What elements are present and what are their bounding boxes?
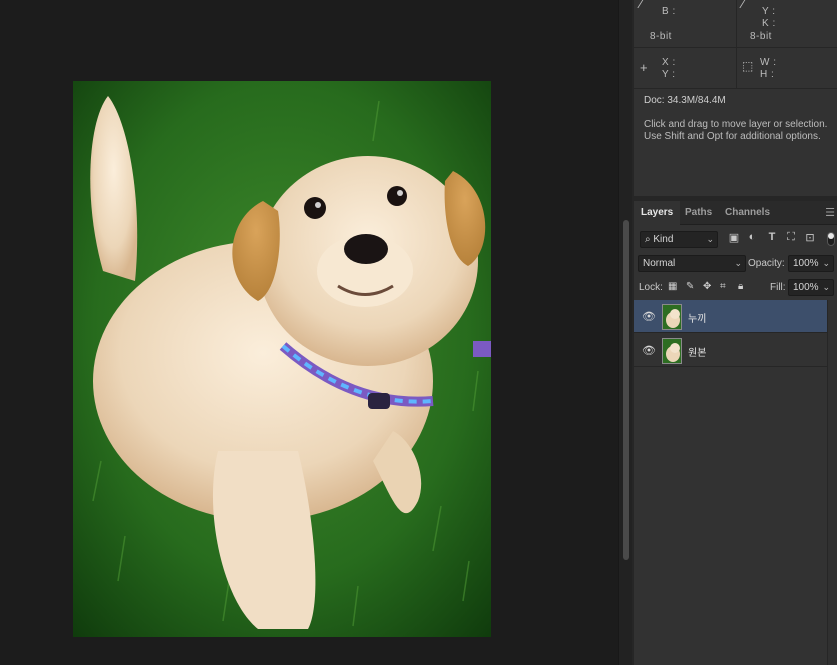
crosshair-icon: +	[640, 60, 648, 75]
adjustment-filter-icon[interactable]: ◐	[745, 231, 759, 243]
info-panel: ⁄ B : 8-bit ⁄ Y : K : 8-bit + X : Y : ⬚ …	[634, 0, 837, 196]
puppy-illustration	[73, 81, 491, 637]
chevron-down-icon: ⌄	[822, 282, 830, 292]
tab-channels[interactable]: Channels	[718, 201, 777, 225]
info-k-label: K :	[762, 18, 776, 29]
fill-value: 100%	[793, 282, 819, 293]
lock-all-icon[interactable]: 🔒︎	[738, 281, 743, 292]
info-y-label: Y :	[662, 69, 676, 80]
opacity-value: 100%	[793, 258, 819, 269]
layers-panel-tabs: Layers Paths Channels ☰	[634, 201, 837, 226]
eye-icon[interactable]: 👁︎	[642, 344, 656, 357]
lock-artboard-icon[interactable]: ⌗	[720, 281, 726, 292]
info-x-label: X :	[662, 57, 676, 68]
opacity-field[interactable]: 100% ⌄	[788, 255, 834, 272]
info-b-label: B :	[662, 6, 676, 17]
canvas-scroll-thumb[interactable]	[623, 220, 629, 560]
layer-thumbnail	[662, 338, 682, 364]
info-h-label: H :	[760, 69, 775, 80]
shape-filter-icon[interactable]: ⛶	[784, 231, 798, 244]
info-divider	[634, 47, 837, 48]
info-divider	[634, 88, 837, 89]
panel-menu-icon[interactable]: ☰	[825, 206, 835, 219]
info-divider	[736, 0, 737, 88]
puppy-image[interactable]	[73, 81, 491, 637]
lock-fill-row: Lock: ▦ ✎ ✥ ⌗ 🔒︎ Fill: 100% ⌄	[634, 279, 837, 296]
filter-kind-value: Kind	[653, 234, 674, 245]
layer-kind-filter[interactable]: ⌕ Kind ⌄	[640, 231, 718, 248]
layer-row[interactable]: 👁︎ 원본	[634, 334, 827, 367]
selection-rect-icon: ⬚	[742, 59, 754, 73]
blend-opacity-row: Normal ⌄ Opacity: 100% ⌄	[634, 255, 837, 272]
opacity-label: Opacity:	[748, 258, 785, 269]
document-size: Doc: 34.3M/84.4M	[644, 95, 726, 106]
lock-label: Lock:	[639, 282, 663, 293]
tool-help-text: Click and drag to move layer or selectio…	[644, 119, 828, 142]
search-icon: ⌕	[645, 234, 651, 245]
chevron-down-icon: ⌄	[822, 258, 830, 268]
info-y-cmyk-label: Y :	[762, 6, 776, 17]
eyedropper-icon: ⁄	[640, 0, 643, 11]
layer-row[interactable]: 👁︎ 누끼	[634, 300, 827, 333]
blend-mode-select[interactable]: Normal ⌄	[638, 255, 746, 272]
chevron-down-icon: ⌄	[706, 234, 714, 244]
layers-scrollbar[interactable]	[827, 300, 837, 665]
layer-name[interactable]: 원본	[688, 344, 706, 359]
layer-filter-row: ⌕ Kind ⌄ ▣ ◐ T ⛶ ⊡	[634, 231, 837, 248]
fill-field[interactable]: 100% ⌄	[788, 279, 834, 296]
smart-object-filter-icon[interactable]: ⊡	[803, 231, 817, 244]
tab-layers[interactable]: Layers	[634, 201, 681, 226]
pixel-filter-icon[interactable]: ▣	[727, 231, 741, 244]
lock-position-icon[interactable]: ✥	[703, 281, 711, 292]
layer-thumbnail-image	[663, 305, 681, 329]
layer-thumbnail	[662, 304, 682, 330]
document-canvas[interactable]	[0, 0, 618, 665]
fill-label: Fill:	[770, 282, 786, 293]
canvas-vertical-scrollbar[interactable]	[618, 0, 632, 665]
layers-panel: Layers Paths Channels ☰ ⌕ Kind ⌄ ▣ ◐ T ⛶…	[634, 201, 837, 665]
blend-mode-value: Normal	[643, 258, 676, 269]
info-bit-depth: 8-bit	[650, 31, 672, 42]
eyedropper-icon: ⁄	[742, 0, 745, 11]
lock-transparent-pixels-icon[interactable]: ▦	[668, 281, 677, 292]
info-bit-depth: 8-bit	[750, 31, 772, 42]
filter-toggle[interactable]	[827, 232, 835, 246]
layer-thumbnail-image	[663, 339, 681, 363]
lock-image-pixels-icon[interactable]: ✎	[686, 281, 694, 292]
right-panel-dock: ⁄ B : 8-bit ⁄ Y : K : 8-bit + X : Y : ⬚ …	[632, 0, 837, 665]
layer-name[interactable]: 누끼	[688, 310, 706, 325]
chevron-down-icon: ⌄	[734, 258, 742, 268]
type-filter-icon[interactable]: T	[765, 231, 779, 243]
info-w-label: W :	[760, 57, 777, 68]
tab-paths[interactable]: Paths	[678, 201, 719, 225]
eye-icon[interactable]: 👁︎	[642, 310, 656, 323]
